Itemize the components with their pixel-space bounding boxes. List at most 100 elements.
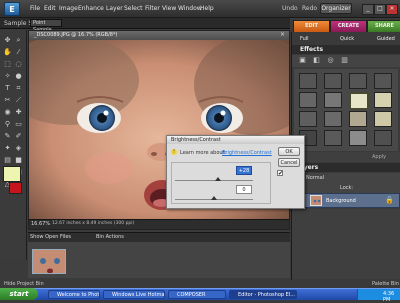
tab-full-edit[interactable]: Full	[300, 34, 309, 44]
cancel-button[interactable]: Cancel	[278, 158, 300, 167]
brightness-slider-track[interactable]	[175, 180, 253, 181]
contrast-input[interactable]: 0	[236, 185, 252, 194]
document-size-info: 12.67 inches x 8.49 inches (300 ppi)	[52, 221, 135, 226]
blend-mode-select[interactable]: Normal	[306, 175, 324, 181]
menu-layer[interactable]: Layer	[106, 5, 123, 12]
layer-name: Background	[326, 198, 356, 204]
menu-help[interactable]: Help	[200, 5, 214, 12]
effect-thumbnail[interactable]	[299, 111, 317, 127]
effect-thumbnail[interactable]	[349, 73, 367, 89]
preview-checkbox[interactable]: ✔	[277, 170, 283, 177]
brightness-slider-handle[interactable]	[215, 177, 221, 181]
taskbar-clock[interactable]: 4:36 PM	[383, 291, 400, 303]
effect-thumbnail[interactable]	[324, 73, 342, 89]
project-bin	[28, 242, 290, 278]
effect-thumbnail[interactable]	[349, 111, 367, 127]
learn-more-label: Learn more about:	[180, 150, 227, 156]
hide-project-bin-button[interactable]: Hide Project Bin	[4, 281, 44, 287]
layer-thumbnail	[310, 195, 322, 206]
taskbar-item-photoshop-editor[interactable]: Editor - Photoshop El...	[229, 290, 297, 299]
menu-file[interactable]: File	[30, 5, 40, 12]
taskbar-item-hotmail[interactable]: Windows Live Hotmail...	[103, 290, 165, 299]
effect-thumbnail[interactable]	[374, 73, 392, 89]
tab-quick-fix[interactable]: Quick	[340, 34, 354, 44]
gradient-tool-icon[interactable]: ▤	[3, 156, 12, 165]
project-bin-thumbnail[interactable]	[32, 249, 66, 274]
show-open-files-select[interactable]: Show Open Files	[30, 234, 71, 240]
effect-thumbnail[interactable]	[374, 111, 392, 127]
selection-brush-tool-icon[interactable]: ●	[14, 72, 23, 81]
effect-thumbnail[interactable]	[374, 130, 392, 146]
move-tool-icon[interactable]: ✥	[3, 36, 12, 45]
show-all-icon[interactable]: ▥	[340, 56, 349, 65]
photo-effects-icon[interactable]: ◎	[326, 56, 335, 65]
effect-thumbnail[interactable]	[299, 92, 317, 108]
effects-apply-button[interactable]: Apply	[372, 154, 386, 160]
menu-enhance[interactable]: Enhance	[78, 5, 104, 12]
menu-window[interactable]: Window	[178, 5, 202, 12]
dialog-title: Brightness/Contrast	[171, 137, 221, 143]
layer-styles-icon[interactable]: ◧	[312, 56, 321, 65]
lock-label: Lock:	[340, 185, 354, 191]
red-eye-tool-icon[interactable]: ◉	[3, 108, 12, 117]
palette-bin-button[interactable]: Palette Bin	[372, 281, 399, 287]
brightness-input[interactable]: +28	[236, 166, 252, 175]
tab-guided[interactable]: Guided	[377, 34, 395, 44]
eyedropper-tool-icon[interactable]: ⁄	[14, 48, 23, 57]
pencil-tool-icon[interactable]: ✎	[3, 132, 12, 141]
undo-button[interactable]: Undo	[282, 5, 298, 12]
layer-lock-icon: 🔒	[385, 196, 394, 204]
zoom-tool-icon[interactable]: ⌕	[14, 36, 23, 45]
bin-actions-menu[interactable]: Bin Actions	[96, 234, 124, 240]
clone-stamp-tool-icon[interactable]: ⚲	[3, 120, 12, 129]
magic-wand-tool-icon[interactable]: ✧	[3, 72, 12, 81]
menu-image[interactable]: Image	[59, 5, 78, 12]
background-color-swatch[interactable]	[9, 182, 22, 194]
effect-thumbnail[interactable]	[324, 111, 342, 127]
sample-size-select[interactable]: Point Sample	[30, 19, 62, 33]
document-title: _DSC0089.JPG @ 16.7% (RGB/8*)	[34, 32, 118, 38]
taskbar-item-composer[interactable]: COMPOSER	[168, 290, 226, 299]
paint-bucket-tool-icon[interactable]: ◈	[14, 144, 23, 153]
menu-filter[interactable]: Filter	[145, 5, 160, 12]
type-tool-icon[interactable]: T	[3, 84, 12, 93]
menu-select[interactable]: Select	[124, 5, 143, 12]
start-button[interactable]: start	[0, 288, 38, 300]
filters-icon[interactable]: ▣	[298, 56, 307, 65]
straighten-tool-icon[interactable]: ⟋	[14, 96, 23, 105]
effect-thumbnail[interactable]	[324, 92, 342, 108]
hand-tool-icon[interactable]: ✋	[3, 48, 12, 57]
zoom-level[interactable]: 16.67%	[31, 221, 50, 227]
brush-tool-icon[interactable]: ✐	[14, 132, 23, 141]
foreground-color-swatch[interactable]	[3, 166, 21, 182]
effect-thumbnail[interactable]	[324, 130, 342, 146]
effect-thumbnail[interactable]	[349, 130, 367, 146]
maximize-button[interactable]: □	[374, 4, 386, 15]
menu-view[interactable]: View	[162, 5, 176, 12]
eraser-tool-icon[interactable]: ▭	[14, 120, 23, 129]
contrast-label: Contrast:	[175, 186, 199, 192]
taskbar-item-welcome[interactable]: Welcome to Photo...	[48, 290, 100, 299]
contrast-slider-handle[interactable]	[211, 196, 217, 200]
marquee-tool-icon[interactable]: ⬚	[3, 60, 12, 69]
ok-button[interactable]: OK	[278, 147, 300, 156]
effects-category-toolbar: ▣ ◧ ◎ ▥	[292, 55, 400, 67]
organizer-button[interactable]: Organizer	[320, 3, 352, 14]
cookie-cutter-tool-icon[interactable]: ✂	[3, 96, 12, 105]
shape-tool-icon[interactable]: ■	[14, 156, 23, 165]
menu-edit[interactable]: Edit	[44, 5, 56, 12]
document-close-icon[interactable]: ×	[278, 31, 287, 39]
effect-thumbnail[interactable]	[349, 92, 369, 110]
effect-thumbnail[interactable]	[299, 73, 317, 89]
smart-brush-tool-icon[interactable]: ✦	[3, 144, 12, 153]
healing-brush-tool-icon[interactable]: ✚	[14, 108, 23, 117]
lasso-tool-icon[interactable]: ◌	[14, 60, 23, 69]
thumbnail-image	[33, 250, 65, 273]
photoshop-elements-logo-icon: E	[4, 2, 20, 16]
close-button[interactable]: ×	[386, 4, 398, 15]
effect-thumbnail[interactable]	[374, 92, 392, 108]
minimize-button[interactable]: _	[362, 4, 374, 15]
learn-more-link[interactable]: Brightness/Contrast	[222, 150, 272, 156]
crop-tool-icon[interactable]: ⌗	[14, 84, 23, 93]
redo-button[interactable]: Redo	[302, 5, 317, 12]
